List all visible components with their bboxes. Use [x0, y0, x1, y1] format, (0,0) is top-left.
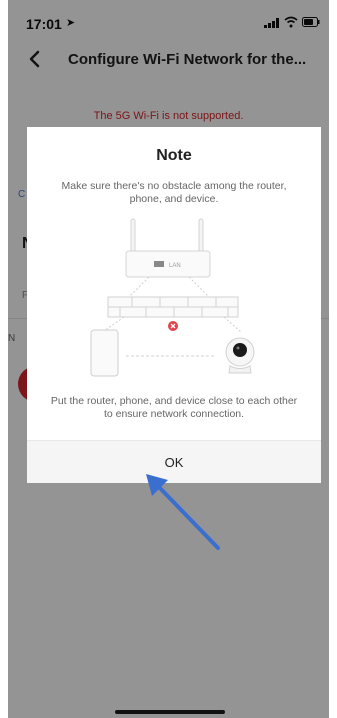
router-icon — [125, 250, 211, 278]
home-indicator — [115, 710, 225, 714]
router-antenna-left-icon — [130, 218, 136, 254]
pointer-arrow-icon — [146, 474, 220, 550]
router-antenna-right-icon — [198, 218, 204, 254]
wall-obstacle-icon — [107, 296, 239, 318]
dialog-description: Make sure there's no obstacle among the … — [61, 180, 287, 205]
router-lan-label: LAN — [169, 263, 181, 269]
router-phone-device-illustration: LAN — [90, 218, 255, 377]
camera-device-icon — [225, 337, 255, 374]
dialog-tip: Put the router, phone, and device close … — [50, 395, 298, 420]
note-dialog: Note Make sure there's no obstacle among… — [27, 127, 321, 483]
phone-icon — [90, 329, 119, 377]
phone-screen: 17:01 ➤ Configure Wi-Fi Network for the.… — [8, 0, 329, 718]
dialog-title: Note — [156, 147, 192, 164]
